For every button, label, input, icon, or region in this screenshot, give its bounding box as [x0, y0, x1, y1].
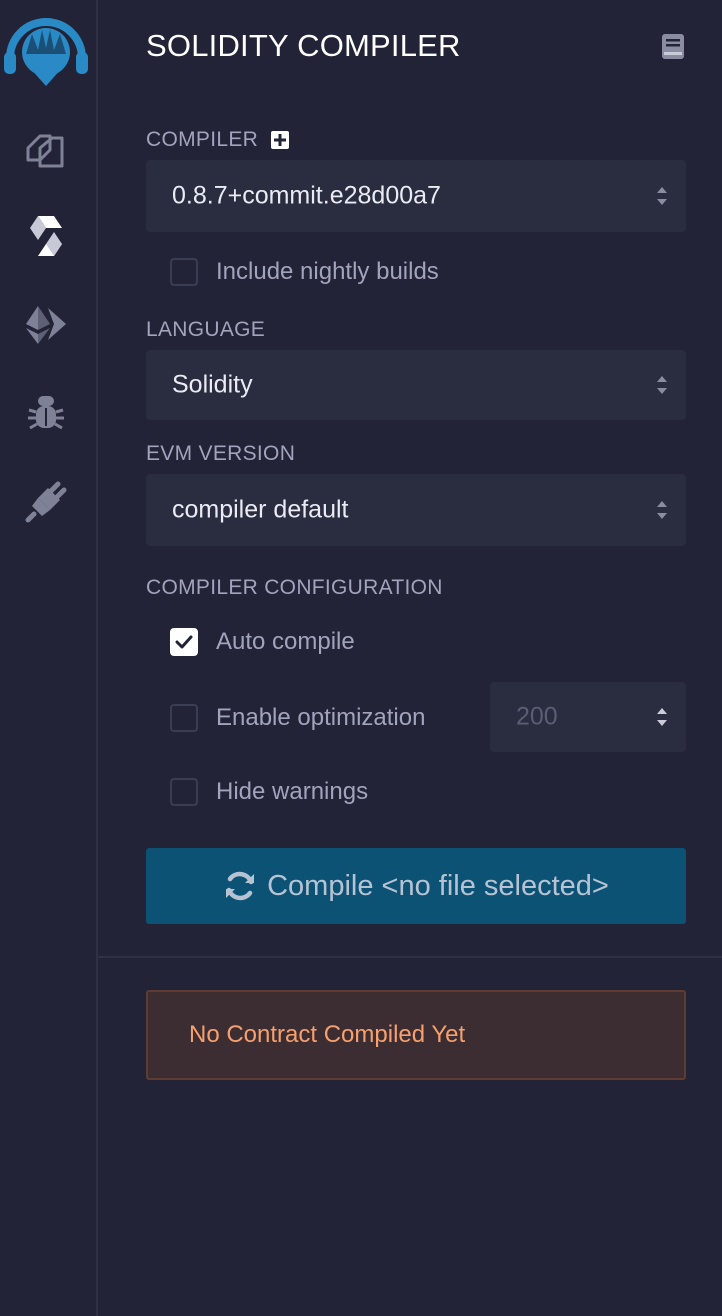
- enable-optimization-checkbox[interactable]: [170, 704, 198, 732]
- compiler-panel: SOLIDITY COMPILER COMPILER 0.8.7+commit.…: [98, 0, 722, 1316]
- refresh-icon: [226, 871, 255, 901]
- deploy-run-icon[interactable]: [24, 302, 68, 346]
- evm-version-select[interactable]: compiler default: [146, 474, 686, 546]
- debugger-icon[interactable]: [27, 392, 65, 432]
- evm-version-value: compiler default: [172, 495, 349, 524]
- file-explorer-icon[interactable]: [24, 128, 66, 170]
- add-compiler-icon[interactable]: [270, 130, 290, 150]
- nightly-builds-checkbox[interactable]: [170, 258, 198, 286]
- select-arrows-icon: [657, 187, 667, 205]
- solidity-compiler-icon[interactable]: [28, 214, 64, 258]
- icon-sidebar: [0, 0, 98, 1316]
- compile-button[interactable]: Compile <no file selected>: [146, 848, 686, 924]
- compiler-configuration-label: COMPILER CONFIGURATION: [146, 576, 443, 599]
- compile-status-message: No Contract Compiled Yet: [189, 1021, 466, 1048]
- stepper-arrows-icon[interactable]: [656, 706, 668, 728]
- hide-warnings-label: Hide warnings: [216, 778, 369, 805]
- panel-title: SOLIDITY COMPILER: [146, 28, 461, 63]
- auto-compile-label: Auto compile: [216, 628, 355, 655]
- enable-optimization-label: Enable optimization: [216, 704, 426, 731]
- hide-warnings-checkbox[interactable]: [170, 778, 198, 806]
- documentation-icon[interactable]: [661, 33, 685, 60]
- select-arrows-icon: [657, 501, 667, 519]
- optimization-runs-value: 200: [516, 702, 558, 731]
- evm-version-label: EVM VERSION: [146, 442, 296, 465]
- compiler-label: COMPILER: [146, 128, 259, 151]
- auto-compile-checkbox[interactable]: [170, 628, 198, 656]
- nightly-builds-label: Include nightly builds: [216, 258, 439, 285]
- compile-button-label: Compile <no file selected>: [267, 869, 609, 902]
- language-value: Solidity: [172, 370, 253, 399]
- checkmark-icon: [175, 635, 193, 649]
- auto-compile-toggle[interactable]: Auto compile: [170, 628, 355, 656]
- language-select[interactable]: Solidity: [146, 350, 686, 420]
- optimization-runs-input[interactable]: 200: [490, 682, 686, 752]
- language-label: LANGUAGE: [146, 318, 266, 341]
- remix-logo-icon[interactable]: [2, 14, 90, 90]
- enable-optimization-toggle[interactable]: Enable optimization: [170, 704, 425, 732]
- section-divider: [98, 956, 722, 958]
- plugin-manager-icon[interactable]: [24, 480, 68, 524]
- compiler-version-value: 0.8.7+commit.e28d00a7: [172, 181, 441, 210]
- nightly-builds-toggle[interactable]: Include nightly builds: [170, 258, 439, 286]
- compiler-version-select[interactable]: 0.8.7+commit.e28d00a7: [146, 160, 686, 232]
- compile-status-alert: No Contract Compiled Yet: [146, 990, 686, 1080]
- hide-warnings-toggle[interactable]: Hide warnings: [170, 778, 368, 806]
- select-arrows-icon: [657, 376, 667, 394]
